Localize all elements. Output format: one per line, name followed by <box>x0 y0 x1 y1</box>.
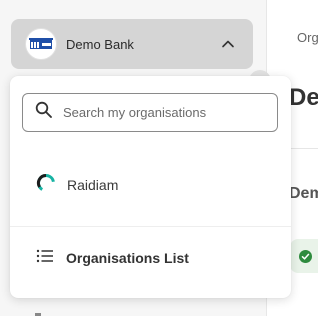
page: Demo Bank Org Det Dem <box>0 0 318 316</box>
raidiam-logo-icon <box>36 173 56 198</box>
breadcrumb[interactable]: Org <box>297 30 318 45</box>
organisations-list-link[interactable]: Organisations List <box>10 241 291 275</box>
organisations-list-label: Organisations List <box>66 250 189 266</box>
search-input[interactable] <box>61 104 265 121</box>
org-switcher-button[interactable]: Demo Bank <box>11 19 253 69</box>
organisation-item-label: Raidiam <box>67 177 119 193</box>
chevron-up-icon <box>221 37 235 51</box>
organisation-item-raidiam[interactable]: Raidiam <box>10 168 291 202</box>
bank-logo-icon <box>25 28 57 60</box>
search-field[interactable] <box>22 93 278 132</box>
status-badge <box>290 239 318 273</box>
dropdown-divider <box>10 226 291 227</box>
section-title: Dem <box>289 185 318 202</box>
organisation-dropdown: Raidiam Organisations List <box>10 76 291 298</box>
search-icon <box>35 101 53 124</box>
page-title: Det <box>289 84 318 111</box>
list-icon <box>36 248 54 269</box>
org-switcher-label: Demo Bank <box>66 36 134 52</box>
check-circle-icon <box>299 249 312 263</box>
